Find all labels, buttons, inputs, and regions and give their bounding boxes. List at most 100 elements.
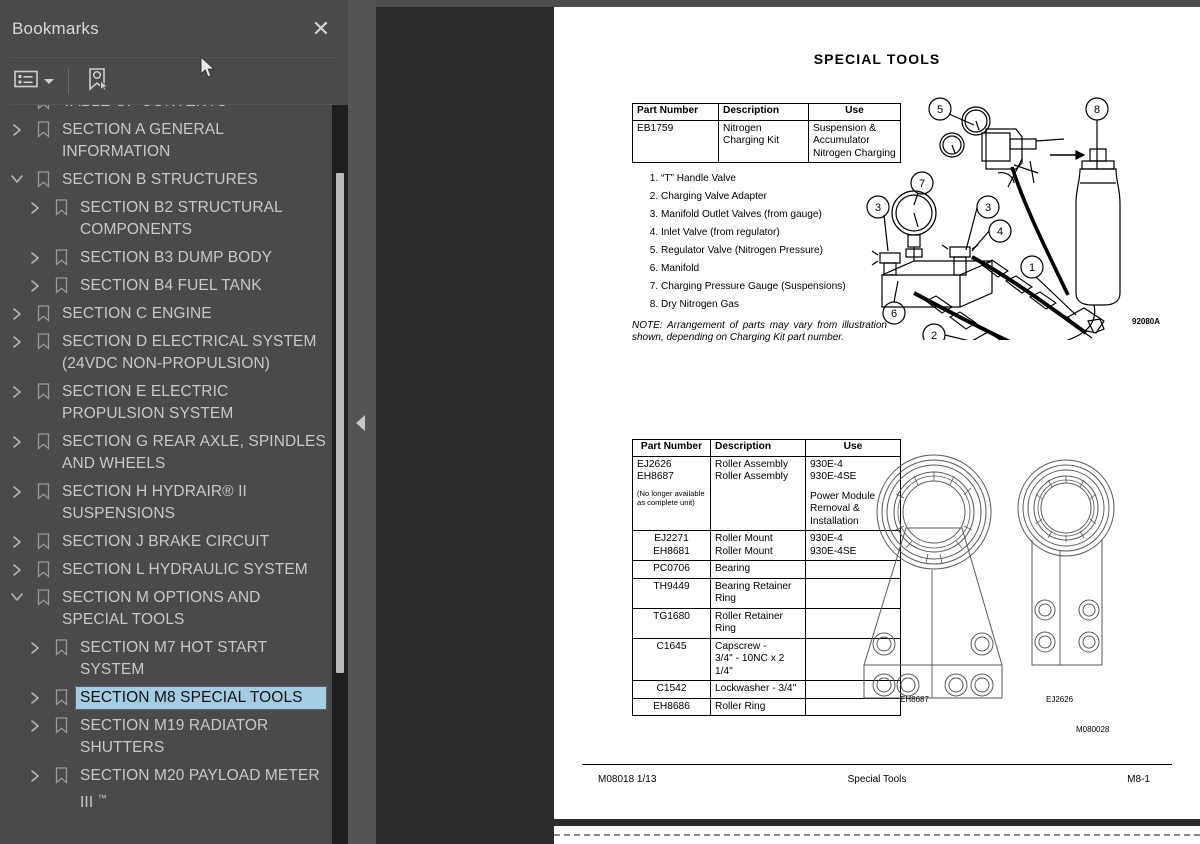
chevron-right-icon[interactable] (22, 687, 48, 705)
bookmarks-tree-content: TABLE OF CONTENTS SECTION A GENERAL INFOR… (0, 105, 348, 817)
toolbar-separator (68, 68, 69, 94)
close-icon[interactable]: ✕ (308, 16, 334, 42)
svg-text:3: 3 (985, 202, 991, 214)
column-header-description: Description (710, 439, 806, 457)
bookmark-item[interactable]: SECTION M19 RADIATOR SHUTTERS (0, 712, 348, 762)
bookmark-icon (48, 765, 74, 784)
cell-description: Capscrew -3/4" - 10NC x 2 1/4" (710, 637, 806, 681)
svg-text:3: 3 (875, 202, 881, 214)
figure-roller-assemblies (844, 450, 1144, 720)
chevron-right-icon[interactable] (4, 381, 30, 399)
cell-part-number: EJ2271 EH8681 (632, 530, 711, 561)
bookmark-item[interactable]: SECTION M OPTIONS AND SPECIAL TOOLS (0, 584, 348, 634)
document-viewport[interactable]: SPECIAL TOOLS Part Number Description Us… (376, 0, 1200, 844)
bookmark-icon (30, 531, 56, 550)
chevron-right-icon[interactable] (22, 275, 48, 293)
bookmark-item[interactable]: SECTION B STRUCTURES (0, 166, 348, 194)
svg-text:4: 4 (997, 226, 1003, 238)
bookmark-icon (48, 197, 74, 216)
bookmark-item[interactable]: SECTION A GENERAL INFORMATION (0, 116, 348, 166)
cell-description: Bearing Retainer Ring (710, 577, 806, 609)
cell-description: Roller Ring (710, 697, 806, 716)
cell-part-number: C1542 (632, 680, 711, 699)
panel-splitter[interactable] (348, 0, 376, 844)
bookmarks-toolbar (0, 58, 348, 104)
bookmark-item-label: SECTION H HYDRAIR® II SUSPENSIONS (62, 483, 247, 522)
bookmark-item[interactable]: SECTION E ELECTRIC PROPULSION SYSTEM (0, 378, 348, 428)
bookmark-item[interactable]: SECTION L HYDRAULIC SYSTEM (0, 556, 348, 584)
bookmark-icon (30, 381, 56, 400)
bookmark-item[interactable]: SECTION C ENGINE (0, 300, 348, 328)
bookmark-item[interactable]: SECTION J BRAKE CIRCUIT (0, 528, 348, 556)
svg-text:6: 6 (891, 308, 897, 320)
svg-text:2: 2 (931, 330, 937, 340)
bookmark-icon (30, 303, 56, 322)
chevron-right-icon[interactable] (4, 303, 30, 321)
bookmark-item[interactable]: SECTION M7 HOT START SYSTEM (0, 634, 348, 684)
new-bookmark-icon (85, 67, 111, 96)
cell-part-number: PC0706 (632, 560, 711, 579)
cell-part-number: TG1680 (632, 607, 711, 639)
bookmark-item[interactable]: SECTION B2 STRUCTURAL COMPONENTS (0, 194, 348, 244)
bookmark-icon (30, 559, 56, 578)
bookmark-icon (48, 275, 74, 294)
cell-description: Lockwasher - 3/4" (710, 680, 806, 699)
chevron-right-icon[interactable] (22, 637, 48, 655)
chevron-right-icon[interactable] (4, 531, 30, 549)
new-bookmark-button[interactable] (83, 66, 113, 96)
bookmark-item-label: SECTION E ELECTRIC PROPULSION SYSTEM (62, 383, 234, 422)
bookmark-item[interactable]: SECTION G REAR AXLE, SPINDLES AND WHEELS (0, 428, 348, 478)
bookmark-item-label: SECTION M OPTIONS AND SPECIAL TOOLS (62, 589, 261, 628)
list-options-button[interactable] (12, 66, 56, 96)
bookmark-item[interactable]: SECTION H HYDRAIR® II SUSPENSIONS (0, 478, 348, 528)
bookmark-item[interactable]: SECTION B4 FUEL TANK (0, 272, 348, 300)
bookmark-item[interactable]: SECTION B3 DUMP BODY (0, 244, 348, 272)
chevron-right-icon[interactable] (22, 197, 48, 215)
cell-part-number: EJ2626 EH8687 (No longer available as comp… (632, 455, 711, 531)
chevron-right-icon[interactable] (4, 119, 30, 137)
footer-section-title: Special Tools (847, 774, 907, 785)
chevron-right-icon[interactable] (22, 765, 48, 783)
bookmark-item-label: SECTION B4 FUEL TANK (80, 277, 262, 294)
page-break-dashed-line (554, 834, 1200, 836)
chevron-down-icon (44, 78, 54, 84)
bookmark-item-label: SECTION B3 DUMP BODY (80, 249, 273, 266)
column-header-part-number: Part Number (632, 439, 711, 457)
bookmarks-tree[interactable]: TABLE OF CONTENTS SECTION A GENERAL INFOR… (0, 105, 348, 844)
cell-description: Roller Mount Roller Mount (710, 530, 806, 561)
bookmarks-scrollbar-track[interactable] (332, 105, 348, 844)
bookmark-item-label: SECTION A GENERAL INFORMATION (62, 121, 224, 160)
bookmark-item-label: SECTION M19 RADIATOR SHUTTERS (80, 717, 269, 756)
chevron-right-icon[interactable] (22, 715, 48, 733)
figure-2-label-right: EJ2626 (1046, 695, 1074, 704)
bookmark-item-label: SECTION C ENGINE (62, 305, 212, 322)
footer-page-number: M8-1 (1127, 774, 1150, 785)
cell-description: Roller Retainer Ring (710, 607, 806, 639)
chevron-right-icon[interactable] (4, 331, 30, 349)
chevron-right-icon[interactable] (4, 431, 30, 449)
svg-text:8: 8 (1094, 104, 1100, 116)
chevron-down-icon[interactable] (4, 587, 30, 602)
bookmark-item-label: SECTION B STRUCTURES (62, 171, 258, 188)
collapse-panel-arrow-icon[interactable] (356, 415, 365, 431)
footer-doc-number: M08018 1/13 (598, 774, 657, 785)
viewer-topbar (376, 0, 1200, 7)
bookmark-item-label: SECTION G REAR AXLE, SPINDLES AND WHEELS (62, 433, 326, 472)
svg-text:1: 1 (1029, 262, 1035, 274)
bookmarks-scrollbar-thumb[interactable] (336, 173, 344, 673)
bookmark-item[interactable]: SECTION M20 PAYLOAD METER III ™ (0, 762, 348, 817)
bookmark-item-label: SECTION M8 SPECIAL TOOLS (75, 686, 327, 710)
bookmark-icon (48, 247, 74, 266)
bookmark-item-label: SECTION M7 HOT START SYSTEM (80, 639, 267, 678)
bookmark-item[interactable]: SECTION M8 SPECIAL TOOLS (0, 684, 348, 712)
bookmark-item-label: SECTION M20 PAYLOAD METER III ™ (80, 767, 320, 812)
bookmark-icon (30, 331, 56, 350)
chevron-right-icon[interactable] (22, 247, 48, 265)
chevron-right-icon[interactable] (4, 481, 30, 499)
bookmark-icon (48, 715, 74, 734)
chevron-down-icon[interactable] (4, 169, 30, 184)
page-title: SPECIAL TOOLS (813, 51, 941, 67)
chevron-right-icon[interactable] (4, 559, 30, 577)
bookmark-item[interactable]: TABLE OF CONTENTS (0, 105, 348, 116)
bookmark-item[interactable]: SECTION D ELECTRICAL SYSTEM (24VDC NON-P… (0, 328, 348, 378)
